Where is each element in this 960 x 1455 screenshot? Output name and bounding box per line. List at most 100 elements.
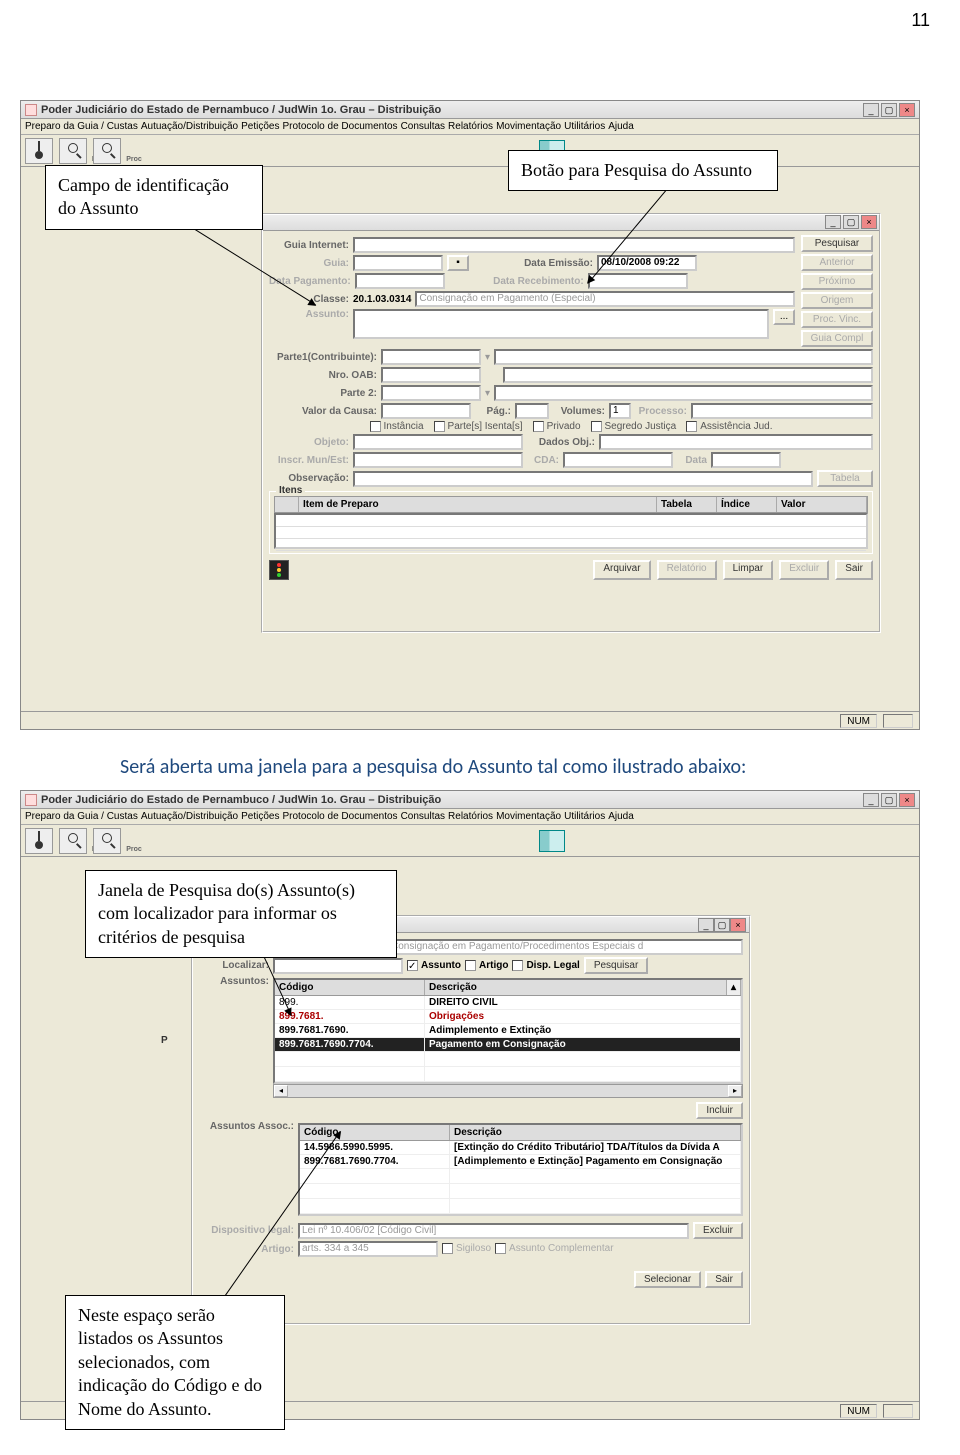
guia-lookup-button[interactable]: ▪ xyxy=(447,255,469,271)
nro-oab-input[interactable] xyxy=(381,367,481,383)
assunto-lookup-button[interactable]: ... xyxy=(773,309,795,325)
menu2-autuacao[interactable]: Autuação/Distribuição xyxy=(141,811,238,822)
chk-privado[interactable] xyxy=(533,421,544,432)
chk-partes[interactable] xyxy=(434,421,445,432)
valor-causa-input[interactable] xyxy=(381,403,471,419)
proc-vinc-side-button[interactable]: Proc. Vinc. xyxy=(801,311,873,328)
tb2-pess-button[interactable]: Pess xyxy=(59,828,87,854)
objeto-input[interactable] xyxy=(353,434,523,450)
form-max-button[interactable]: ▢ xyxy=(843,215,859,229)
localizar-input[interactable] xyxy=(273,958,403,974)
menu2-peticoes[interactable]: Petições xyxy=(241,811,279,822)
chk-assist[interactable] xyxy=(686,421,697,432)
assoc-row[interactable]: 14.5986.5990.5995.[Extinção do Crédito T… xyxy=(300,1141,741,1155)
chk-sigiloso[interactable] xyxy=(442,1243,453,1254)
window-controls: _ ▢ × xyxy=(863,103,915,117)
menu-relatorios[interactable]: Relatórios xyxy=(448,121,493,132)
data-input[interactable] xyxy=(711,452,781,468)
sair-button[interactable]: Sair xyxy=(835,560,873,580)
dados-obj-input[interactable] xyxy=(599,434,873,450)
cls-close-button[interactable]: × xyxy=(730,918,746,932)
anterior-side-button[interactable]: Anterior xyxy=(801,254,873,271)
chk-assunto[interactable]: ✓ xyxy=(407,960,418,971)
form-title-bar: _ ▢ × xyxy=(263,215,879,231)
excluir-button-2[interactable]: Excluir xyxy=(693,1222,743,1239)
form-min-button[interactable]: _ xyxy=(825,215,841,229)
close-button-2[interactable]: × xyxy=(899,793,915,807)
tb-person-button[interactable] xyxy=(25,138,53,164)
chk-compl[interactable] xyxy=(495,1243,506,1254)
chk-segredo[interactable] xyxy=(591,421,602,432)
maximize-button[interactable]: ▢ xyxy=(881,103,897,117)
menu-movimentacao[interactable]: Movimentação xyxy=(496,121,561,132)
cls-min-button[interactable]: _ xyxy=(698,918,714,932)
menu-peticoes[interactable]: Petições xyxy=(241,121,279,132)
data-emissao-field: 08/10/2008 09:22 xyxy=(597,255,697,271)
chk-artigo[interactable] xyxy=(465,960,476,971)
tb2-person-button[interactable] xyxy=(25,828,53,854)
tb-proc-button[interactable]: Proc xyxy=(93,138,121,164)
exit-icon-2[interactable] xyxy=(539,830,565,852)
proximo-side-button[interactable]: Próximo xyxy=(801,273,873,290)
traffic-light-icon[interactable] xyxy=(269,560,289,580)
guia-internet-input[interactable] xyxy=(353,237,795,253)
oab-nome-input[interactable] xyxy=(503,367,873,383)
assunto-row[interactable]: 899.7681.7690.Adimplemento e Extinção xyxy=(275,1024,741,1038)
processo-input[interactable] xyxy=(691,403,873,419)
menu-preparo[interactable]: Preparo da Guia / Custas xyxy=(25,121,138,132)
menu-autuacao[interactable]: Autuação/Distribuição xyxy=(141,121,238,132)
assunto-row[interactable]: 899.7681.Obrigações xyxy=(275,1010,741,1024)
menu-consultas[interactable]: Consultas xyxy=(401,121,445,132)
maximize-button-2[interactable]: ▢ xyxy=(881,793,897,807)
limpar-button[interactable]: Limpar xyxy=(723,560,774,580)
incluir-button[interactable]: Incluir xyxy=(696,1102,743,1119)
relatorio-button[interactable]: Relatório xyxy=(657,560,717,580)
parte2-input[interactable] xyxy=(494,385,873,401)
data-pagamento-input[interactable] xyxy=(355,273,445,289)
guia-compl-side-button[interactable]: Guia Compl xyxy=(801,330,873,347)
tb-pess-button[interactable]: Pess xyxy=(59,138,87,164)
menu2-ajuda[interactable]: Ajuda xyxy=(608,811,634,822)
inscr-input[interactable] xyxy=(353,452,523,468)
cls-max-button[interactable]: ▢ xyxy=(714,918,730,932)
pesquisar-side-button[interactable]: Pesquisar xyxy=(801,235,873,252)
close-button[interactable]: × xyxy=(899,103,915,117)
menu2-relatorios[interactable]: Relatórios xyxy=(448,811,493,822)
menu-protocolo[interactable]: Protocolo de Documentos xyxy=(282,121,397,132)
parte1-select[interactable] xyxy=(381,349,481,365)
parte1-input[interactable] xyxy=(494,349,873,365)
selecionar-button[interactable]: Selecionar xyxy=(634,1271,701,1288)
parte2-select[interactable] xyxy=(381,385,481,401)
menu2-consultas[interactable]: Consultas xyxy=(401,811,445,822)
menu-ajuda[interactable]: Ajuda xyxy=(608,121,634,132)
origem-side-button[interactable]: Origem xyxy=(801,292,873,309)
menu2-movimentacao[interactable]: Movimentação xyxy=(496,811,561,822)
volumes-input[interactable]: 1 xyxy=(609,403,631,419)
excluir-button[interactable]: Excluir xyxy=(779,560,829,580)
menu2-utilitarios[interactable]: Utilitários xyxy=(564,811,605,822)
arquivar-button[interactable]: Arquivar xyxy=(593,560,650,580)
tabela-button[interactable]: Tabela xyxy=(817,470,873,487)
assunto-textarea[interactable] xyxy=(353,309,769,339)
chk-instancia[interactable] xyxy=(370,421,381,432)
minimize-button[interactable]: _ xyxy=(863,103,879,117)
tb2-proc-button[interactable]: Proc xyxy=(93,828,121,854)
assunto-row[interactable]: 899.DIREITO CIVIL xyxy=(275,996,741,1010)
form-close-button[interactable]: × xyxy=(861,215,877,229)
hdr-scroll-up[interactable]: ▴ xyxy=(727,980,741,995)
guia-input[interactable] xyxy=(353,255,443,271)
assunto-row-selected[interactable]: 899.7681.7690.7704.Pagamento em Consigna… xyxy=(275,1038,741,1052)
pag-input[interactable] xyxy=(515,403,549,419)
pesquisar-button[interactable]: Pesquisar xyxy=(584,957,648,974)
data-recebimento-input[interactable] xyxy=(588,273,688,289)
observacao-input[interactable] xyxy=(353,471,813,487)
menu2-protocolo[interactable]: Protocolo de Documentos xyxy=(282,811,397,822)
menu2-preparo[interactable]: Preparo da Guia / Custas xyxy=(25,811,138,822)
assoc-row[interactable]: 899.7681.7690.7704.[Adimplemento e Extin… xyxy=(300,1155,741,1169)
scrollbar-h[interactable]: ◂▸ xyxy=(273,1084,743,1098)
menu-utilitarios[interactable]: Utilitários xyxy=(564,121,605,132)
minimize-button-2[interactable]: _ xyxy=(863,793,879,807)
cda-input[interactable] xyxy=(563,452,673,468)
chk-disp[interactable] xyxy=(512,960,523,971)
sair-button-2[interactable]: Sair xyxy=(705,1271,743,1288)
